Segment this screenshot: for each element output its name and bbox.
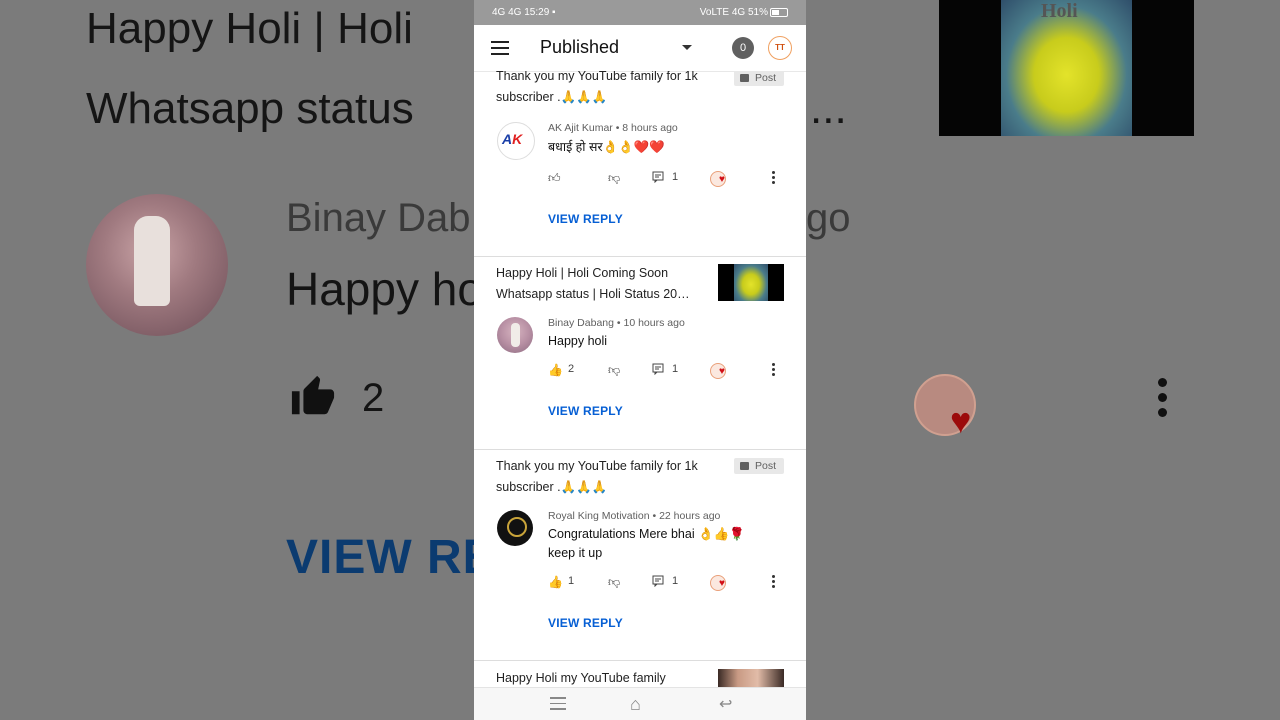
comment-actions: 👍 2 👎︎ 1 ♥ bbox=[548, 363, 788, 379]
comment-time: 10 hours ago bbox=[623, 317, 685, 329]
comment-time: 22 hours ago bbox=[659, 510, 721, 522]
video-title[interactable]: Happy Holi my YouTube family bbox=[496, 668, 711, 687]
meta-separator: • bbox=[612, 122, 623, 134]
bg-video-title-line2: Whatsapp status bbox=[86, 84, 414, 133]
notification-badge[interactable]: 0 bbox=[732, 37, 754, 59]
home-icon[interactable]: ⌂ bbox=[630, 694, 641, 715]
bg-view-reply: VIEW RE bbox=[286, 531, 496, 584]
comment-card: Thank you my YouTube family for 1k subsc… bbox=[474, 449, 806, 661]
comment-meta: Royal King Motivation • 22 hours ago bbox=[548, 510, 720, 522]
back-icon[interactable]: ↩ bbox=[719, 694, 732, 714]
author-name[interactable]: Binay Dabang bbox=[548, 317, 614, 329]
image-icon bbox=[740, 462, 749, 470]
comment-text: Happy holi bbox=[548, 334, 608, 348]
thumb-up-icon[interactable]: 👍︎ bbox=[548, 171, 561, 186]
comment-meta: AK Ajit Kumar • 8 hours ago bbox=[548, 122, 678, 134]
like-count: 1 bbox=[568, 575, 575, 587]
video-title[interactable]: Thank you my YouTube family for 1k subsc… bbox=[496, 71, 711, 108]
reply-count: 1 bbox=[672, 171, 679, 183]
bg-thumb-up-icon bbox=[291, 375, 335, 415]
comment-card: Happy Holi my YouTube family bbox=[474, 660, 806, 687]
bg-like-count: 2 bbox=[362, 376, 385, 420]
battery-icon bbox=[770, 7, 788, 17]
comment-list: Thank you my YouTube family for 1k subsc… bbox=[474, 71, 806, 687]
comment-meta: Binay Dabang • 10 hours ago bbox=[548, 317, 685, 329]
comment-card: Thank you my YouTube family for 1k subsc… bbox=[474, 71, 806, 257]
meta-separator: • bbox=[649, 510, 660, 522]
video-title[interactable]: Thank you my YouTube family for 1k subsc… bbox=[496, 456, 711, 498]
phone-screen: 4G 4G 15:29 ▪ VoLTE 4G 51% Published 0 T… bbox=[474, 0, 806, 720]
bg-avatar bbox=[86, 194, 228, 336]
bg-comment-text: Happy ho bbox=[286, 263, 483, 315]
post-badge: Post bbox=[734, 71, 784, 86]
thumb-down-icon[interactable]: 👎︎ bbox=[608, 575, 620, 590]
author-name[interactable]: Royal King Motivation bbox=[548, 510, 650, 522]
comment-time: 8 hours ago bbox=[622, 122, 678, 134]
caret-down-icon[interactable] bbox=[682, 45, 692, 50]
app-bar: Published 0 TT bbox=[474, 25, 806, 72]
bg-title-ellipsis: ... bbox=[810, 84, 847, 133]
reply-icon[interactable] bbox=[652, 363, 664, 375]
status-left: 4G 4G 15:29 ▪ bbox=[492, 7, 556, 18]
comment-card: Happy Holi | Holi Coming Soon Whatsapp s… bbox=[474, 256, 806, 450]
reply-count: 1 bbox=[672, 575, 679, 587]
view-reply-button[interactable]: VIEW REPLY bbox=[548, 404, 623, 418]
menu-icon[interactable] bbox=[491, 41, 509, 55]
reply-icon[interactable] bbox=[652, 575, 664, 587]
thumb-up-icon[interactable]: 👍 bbox=[548, 363, 563, 377]
image-icon bbox=[740, 74, 749, 82]
bg-video-thumbnail: Holi bbox=[939, 0, 1194, 136]
channel-avatar[interactable]: TT bbox=[768, 36, 792, 60]
creator-heart-icon[interactable]: ♥ bbox=[710, 363, 732, 379]
video-thumbnail[interactable] bbox=[718, 264, 784, 301]
creator-heart-icon[interactable]: ♥ bbox=[710, 575, 732, 591]
thumb-down-icon[interactable]: 👎︎ bbox=[608, 363, 620, 378]
comment-actions: 👍 1 👎︎ 1 ♥ bbox=[548, 575, 788, 591]
recents-icon[interactable] bbox=[550, 697, 566, 714]
status-right-text: VoLTE 4G 51% bbox=[699, 7, 768, 18]
more-icon[interactable] bbox=[772, 171, 776, 186]
post-label: Post bbox=[755, 460, 777, 472]
status-bar: 4G 4G 15:29 ▪ VoLTE 4G 51% bbox=[474, 0, 806, 25]
view-reply-button[interactable]: VIEW REPLY bbox=[548, 212, 623, 226]
thumb-down-icon[interactable]: 👎︎ bbox=[608, 171, 620, 186]
view-reply-button[interactable]: VIEW REPLY bbox=[548, 616, 623, 630]
more-icon[interactable] bbox=[772, 575, 776, 590]
post-badge: Post bbox=[734, 458, 784, 474]
page-title[interactable]: Published bbox=[540, 37, 619, 58]
comment-actions: 👍︎ 👎︎ 1 ♥ bbox=[548, 171, 788, 187]
bg-heart-icon: ♥ bbox=[950, 400, 972, 441]
avatar[interactable] bbox=[497, 510, 533, 546]
more-icon[interactable] bbox=[772, 363, 776, 378]
bg-more-icon bbox=[1158, 378, 1168, 423]
reply-count: 1 bbox=[672, 363, 679, 375]
bg-commenter-time: go bbox=[806, 196, 851, 240]
like-count: 2 bbox=[568, 363, 575, 375]
thumb-up-icon[interactable]: 👍 bbox=[548, 575, 563, 589]
video-thumbnail[interactable] bbox=[718, 669, 784, 687]
status-right: VoLTE 4G 51% bbox=[700, 7, 788, 18]
video-title[interactable]: Happy Holi | Holi Coming Soon Whatsapp s… bbox=[496, 263, 711, 305]
avatar[interactable] bbox=[497, 317, 533, 353]
system-nav-bar: ⌂ ↩ bbox=[474, 687, 806, 720]
reply-icon[interactable] bbox=[652, 171, 664, 183]
post-label: Post bbox=[755, 72, 777, 84]
avatar[interactable]: AK bbox=[497, 122, 535, 160]
bg-video-title-line1: Happy Holi | Holi bbox=[86, 4, 413, 53]
bg-commenter-name: Binay Dab bbox=[286, 196, 471, 240]
author-name[interactable]: AK Ajit Kumar bbox=[548, 122, 613, 134]
creator-heart-icon[interactable]: ♥ bbox=[710, 171, 732, 187]
comment-text: बधाई हो सर👌👌❤️❤️ bbox=[548, 140, 665, 154]
bg-thumb-text: Holi bbox=[1041, 0, 1078, 22]
comment-text: Congratulations Mere bhai 👌👍🌹 keep it up bbox=[548, 527, 745, 560]
